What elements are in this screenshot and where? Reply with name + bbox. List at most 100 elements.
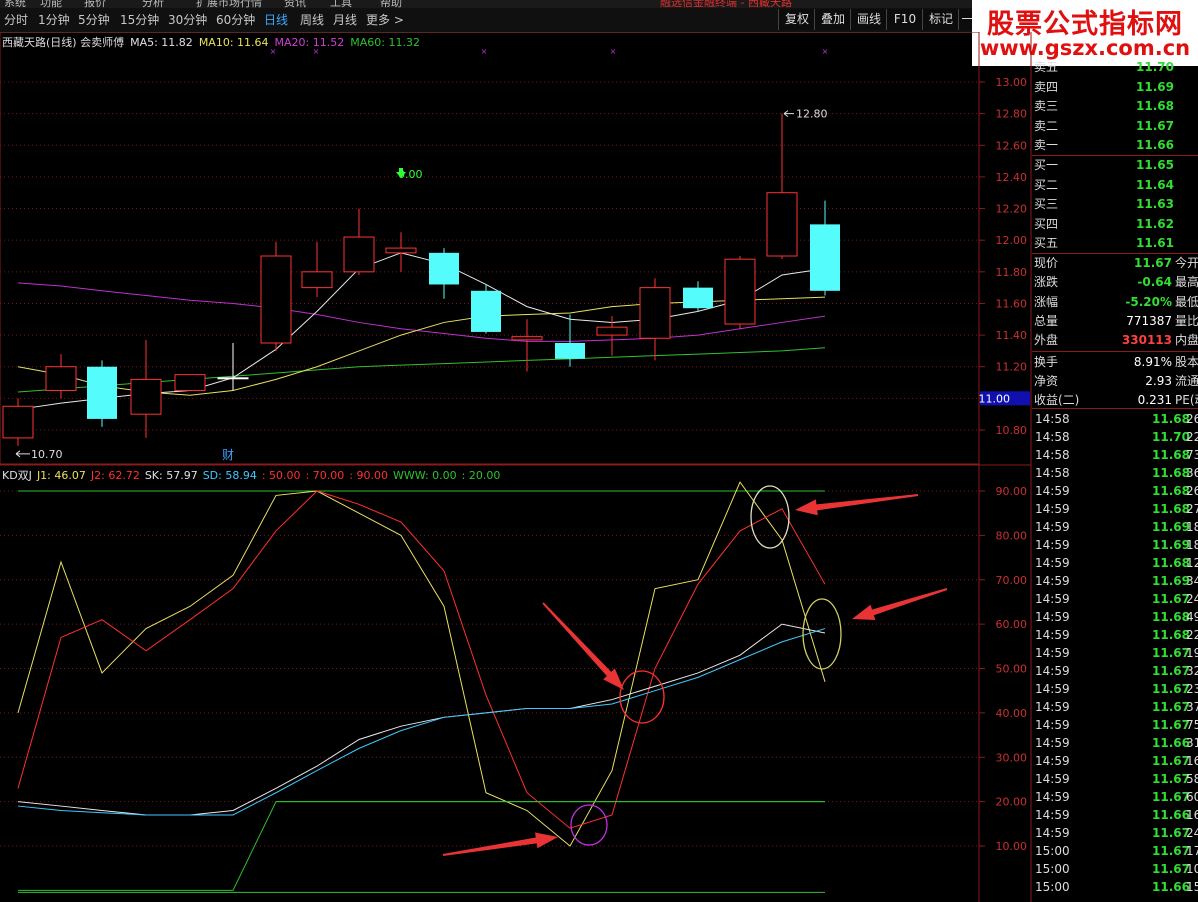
tick-row[interactable]: 14:59 11.68 26 bbox=[1032, 482, 1198, 500]
menu-item[interactable]: 分析 bbox=[142, 0, 164, 8]
ask-price[interactable]: 11.66 bbox=[1136, 136, 1174, 154]
tick-row[interactable]: 14:58 11.68 26 bbox=[1032, 410, 1198, 428]
event-marker: × bbox=[481, 47, 488, 56]
period-tab[interactable]: 月线 bbox=[333, 11, 357, 28]
tick-volume: 24 bbox=[1186, 826, 1198, 840]
bid-price[interactable]: 11.62 bbox=[1136, 215, 1174, 233]
menu-item[interactable]: 系统 bbox=[4, 0, 26, 8]
tick-row[interactable]: 14:59 11.68 22 bbox=[1032, 626, 1198, 644]
period-tab[interactable]: 60分钟 bbox=[216, 11, 255, 28]
ask-price[interactable]: 11.68 bbox=[1136, 97, 1174, 115]
high-label: 12.80 bbox=[796, 108, 828, 121]
toolbar-button[interactable]: 复权 bbox=[778, 9, 816, 30]
menu-item[interactable]: 资讯 bbox=[284, 0, 306, 8]
toolbar-button[interactable]: F10 bbox=[886, 9, 924, 30]
tick-row[interactable]: 14:58 11.68 36 bbox=[1032, 464, 1198, 482]
period-tab[interactable]: 更多 > bbox=[366, 11, 404, 28]
menu-item[interactable]: 扩展市场行情 bbox=[196, 0, 262, 8]
tick-time: 14:59 bbox=[1035, 754, 1070, 768]
tick-time: 14:59 bbox=[1035, 736, 1070, 750]
ma-info-line: 西藏天路(日线) 会卖师傅 MA5: 11.82 MA10: 11.64 MA20: … bbox=[2, 34, 426, 50]
tick-price: 11.66 bbox=[1152, 808, 1190, 822]
bid-row: 买三 11.63 bbox=[1032, 195, 1198, 213]
tick-row[interactable]: 14:58 11.68 73 bbox=[1032, 446, 1198, 464]
stat-value: 2.93 bbox=[1145, 373, 1172, 388]
bid-price[interactable]: 11.65 bbox=[1136, 156, 1174, 174]
kdj-label: J2: 62.72 bbox=[90, 469, 140, 482]
period-tab[interactable]: 分时 bbox=[4, 11, 28, 28]
toolbar-button[interactable]: 画线 bbox=[850, 9, 888, 30]
tick-time: 14:58 bbox=[1035, 448, 1070, 462]
stat-label: 总量 bbox=[1034, 313, 1059, 328]
ask-row: 卖四 11.69 bbox=[1032, 78, 1198, 96]
ask-price[interactable]: 11.70 bbox=[1136, 58, 1174, 76]
period-tab[interactable]: 1分钟 bbox=[38, 11, 70, 28]
tick-time: 14:59 bbox=[1035, 520, 1070, 534]
candle-body bbox=[217, 377, 249, 380]
period-tab[interactable]: 5分钟 bbox=[78, 11, 110, 28]
tick-row[interactable]: 14:59 11.66312 bbox=[1032, 734, 1198, 752]
tick-row[interactable]: 14:59 11.69 18 bbox=[1032, 536, 1198, 554]
menu-item[interactable]: 帮助 bbox=[380, 0, 402, 8]
tick-row[interactable]: 14:59 11.67194 bbox=[1032, 644, 1198, 662]
candle-body bbox=[260, 255, 292, 344]
candle-body bbox=[2, 405, 34, 439]
bid-label: 买二 bbox=[1034, 177, 1059, 192]
period-tab[interactable]: 30分钟 bbox=[168, 11, 207, 28]
low-arrow bbox=[15, 450, 30, 458]
tick-row[interactable]: 14:59 11.69 34 bbox=[1032, 572, 1198, 590]
price-axis-label: 11.20 bbox=[996, 361, 1028, 374]
annotation-circle bbox=[619, 670, 665, 724]
tick-row[interactable]: 14:59 11.67 23 bbox=[1032, 680, 1198, 698]
toolbar-button[interactable]: 标记 bbox=[922, 9, 960, 30]
tick-row[interactable]: 15:00 11.67 10 bbox=[1032, 860, 1198, 878]
tick-row[interactable]: 14:59 11.68 12 bbox=[1032, 554, 1198, 572]
ma-label: MA5: 11.82 bbox=[130, 36, 193, 49]
tick-row[interactable]: 14:59 11.66 16 bbox=[1032, 806, 1198, 824]
bid-price[interactable]: 11.63 bbox=[1136, 195, 1174, 213]
tick-time: 14:59 bbox=[1035, 808, 1070, 822]
toolbar-button[interactable]: 叠加 bbox=[814, 9, 852, 30]
menu-item[interactable]: 功能 bbox=[40, 0, 62, 8]
ask-row: 卖一 11.66 bbox=[1032, 136, 1198, 154]
ask-price[interactable]: 11.69 bbox=[1136, 78, 1174, 96]
tick-price: 11.68 bbox=[1152, 412, 1190, 426]
tick-price: 11.67 bbox=[1152, 718, 1190, 732]
menu-item[interactable]: 报价 bbox=[84, 0, 106, 8]
bid-price[interactable]: 11.61 bbox=[1136, 234, 1174, 252]
period-tab[interactable]: 15分钟 bbox=[120, 11, 159, 28]
tick-row[interactable]: 14:59 11.67 37 bbox=[1032, 698, 1198, 716]
bid-label: 买三 bbox=[1034, 197, 1059, 212]
candle-body bbox=[174, 374, 206, 391]
period-tab[interactable]: 周线 bbox=[300, 11, 324, 28]
tick-row[interactable]: 14:59 11.67 16 bbox=[1032, 752, 1198, 770]
tick-row[interactable]: 14:59 11.69 18 bbox=[1032, 518, 1198, 536]
finance-marker[interactable]: 财 bbox=[222, 448, 234, 462]
tick-row[interactable]: 14:59 11.67 32 bbox=[1032, 662, 1198, 680]
tick-price: 11.68 bbox=[1152, 466, 1190, 480]
window-title: 融选信金融终端 - 西藏天路 bbox=[660, 0, 792, 8]
tick-row[interactable]: 14:59 11.68 27 bbox=[1032, 500, 1198, 518]
tick-price: 11.68 bbox=[1152, 484, 1190, 498]
ask-price[interactable]: 11.67 bbox=[1136, 117, 1174, 135]
bid-price[interactable]: 11.64 bbox=[1136, 176, 1174, 194]
menu-item[interactable]: 工具 bbox=[330, 0, 352, 8]
tick-row[interactable]: 15:00 11.67179 bbox=[1032, 842, 1198, 860]
tick-row[interactable]: 15:00 11.66 15 bbox=[1032, 878, 1198, 896]
tick-row[interactable]: 14:59 11.67 75 bbox=[1032, 716, 1198, 734]
tick-volume: 16 bbox=[1186, 754, 1198, 768]
tick-row[interactable]: 14:59 11.67 58 bbox=[1032, 770, 1198, 788]
stat-value: -5.20% bbox=[1125, 294, 1172, 309]
tick-row[interactable]: 14:58 11.70 22 bbox=[1032, 428, 1198, 446]
kdj-label: SD: 58.94 bbox=[202, 469, 257, 482]
period-tab[interactable]: 日线 bbox=[264, 11, 288, 28]
tick-row[interactable]: 14:59 11.68 49 bbox=[1032, 608, 1198, 626]
tick-row[interactable]: 14:59 11.67 60 bbox=[1032, 788, 1198, 806]
tick-row[interactable]: 14:59 11.67 24 bbox=[1032, 824, 1198, 842]
stat-row: 外盘 330113 内盘 bbox=[1032, 331, 1198, 349]
tick-time: 14:59 bbox=[1035, 484, 1070, 498]
tick-time: 14:59 bbox=[1035, 592, 1070, 606]
tick-row[interactable]: 14:59 11.67247 bbox=[1032, 590, 1198, 608]
price-axis-label: 12.60 bbox=[996, 139, 1028, 152]
tick-volume: 36 bbox=[1186, 466, 1198, 480]
